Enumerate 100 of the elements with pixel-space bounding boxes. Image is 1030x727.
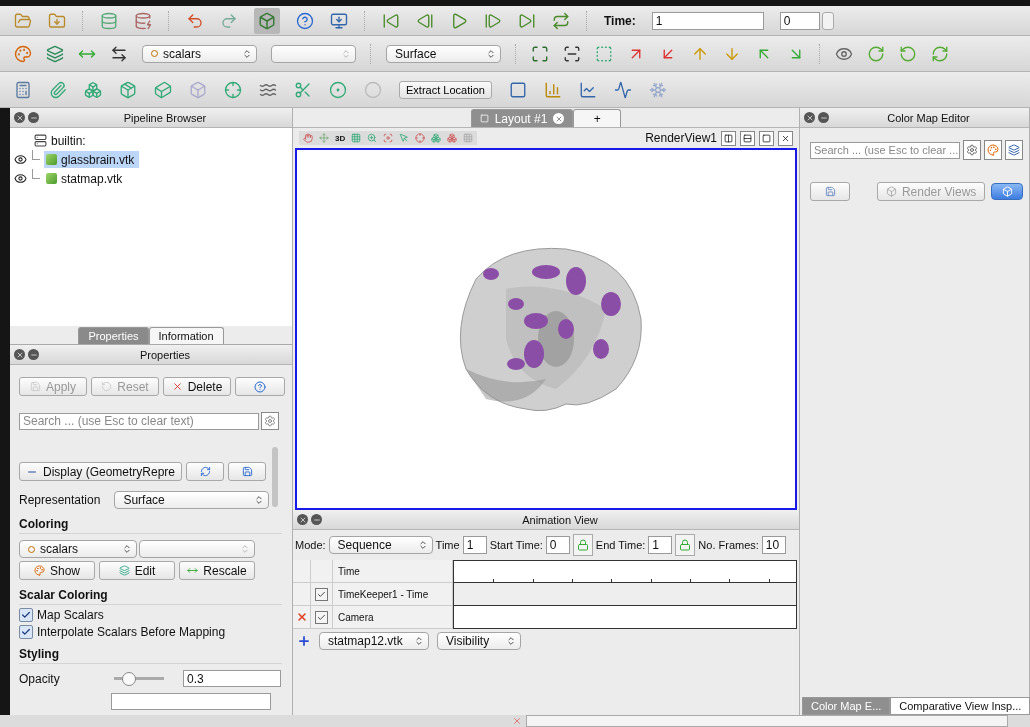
play-icon[interactable] xyxy=(450,11,468,30)
first-frame-icon[interactable] xyxy=(382,11,400,30)
rotate-pointer-icon[interactable] xyxy=(931,44,949,63)
eye-icon[interactable] xyxy=(14,172,27,185)
input-field[interactable] xyxy=(111,693,271,710)
panel-tab[interactable]: Information xyxy=(148,327,224,344)
zoom-to-data-icon[interactable] xyxy=(563,44,581,63)
slider-thumb[interactable] xyxy=(122,671,136,686)
coloring-select[interactable]: scalars xyxy=(19,540,137,558)
rescale-button[interactable]: Rescale xyxy=(179,561,255,580)
close-button[interactable] xyxy=(14,349,25,360)
reload-button[interactable] xyxy=(186,462,225,481)
cubes-icon[interactable] xyxy=(84,80,102,99)
float-button[interactable] xyxy=(311,514,322,525)
representation-select[interactable]: Surface xyxy=(114,491,270,509)
split-horizontal-button[interactable] xyxy=(721,130,736,146)
group-icon[interactable] xyxy=(329,80,347,99)
rotate-right-icon[interactable] xyxy=(867,44,885,63)
toolbar-toggle[interactable] xyxy=(254,7,280,34)
monitor-icon[interactable] xyxy=(330,11,348,30)
snowflake-icon[interactable] xyxy=(648,80,667,99)
lock-button[interactable] xyxy=(572,534,593,556)
panel-tab[interactable]: Comparative View Insp... xyxy=(890,697,1030,715)
time-field[interactable]: 1 xyxy=(462,536,487,554)
maximize-button[interactable] xyxy=(759,130,774,146)
scissors-icon[interactable] xyxy=(294,80,312,99)
save-button[interactable] xyxy=(228,462,267,481)
histogram-icon[interactable] xyxy=(543,80,562,99)
open-folder-icon[interactable] xyxy=(14,11,32,30)
tree-item[interactable]: glassbrain.vtk xyxy=(44,151,140,168)
float-button[interactable] xyxy=(28,349,39,360)
undo-icon[interactable] xyxy=(186,11,204,30)
timeline-ruler[interactable] xyxy=(453,560,797,583)
close-button[interactable] xyxy=(778,130,793,146)
time-field[interactable]: 1 xyxy=(651,11,764,30)
component-select[interactable] xyxy=(139,540,255,558)
calculator-icon[interactable] xyxy=(14,80,32,99)
auto-apply-button[interactable] xyxy=(991,183,1023,200)
search-field[interactable]: Search ... (use Esc to clear ... xyxy=(810,141,960,159)
help-icon[interactable] xyxy=(296,11,314,30)
plot-data-icon[interactable] xyxy=(613,80,632,99)
scrollbar-thumb[interactable] xyxy=(272,447,278,507)
new-tab-button[interactable]: + xyxy=(573,109,622,127)
checkbox[interactable] xyxy=(19,625,33,639)
close-button[interactable] xyxy=(804,112,815,123)
close-button[interactable] xyxy=(297,514,308,525)
component-select[interactable] xyxy=(271,44,356,63)
cube-slice-icon[interactable] xyxy=(119,80,137,99)
zoom-box-icon[interactable] xyxy=(595,44,613,63)
loop-icon[interactable] xyxy=(552,11,570,30)
edit-button[interactable]: Edit xyxy=(99,561,175,580)
save-button[interactable] xyxy=(810,182,850,201)
help-button[interactable] xyxy=(235,377,285,396)
representation-select[interactable]: Surface xyxy=(386,44,501,63)
rescale-custom-icon[interactable] xyxy=(110,44,128,63)
eye-icon[interactable] xyxy=(14,153,27,166)
reset-camera-icon[interactable] xyxy=(531,44,549,63)
settings-button[interactable] xyxy=(963,140,981,160)
render-view[interactable] xyxy=(295,148,797,510)
float-button[interactable] xyxy=(818,112,829,123)
color-legend-icon[interactable] xyxy=(14,44,32,63)
mode-select[interactable]: Sequence xyxy=(328,536,433,554)
extract-location-button[interactable]: Extract Location xyxy=(399,80,492,99)
lock-button[interactable] xyxy=(675,534,696,556)
add-icon[interactable] xyxy=(297,634,311,648)
cube-outline-icon[interactable] xyxy=(154,80,172,99)
frames-field[interactable]: 10 xyxy=(761,536,786,554)
checkbox[interactable] xyxy=(315,587,328,601)
delete-button[interactable]: Delete xyxy=(163,377,231,396)
selection-icon[interactable] xyxy=(508,80,527,99)
end-time-field[interactable]: 1 xyxy=(648,536,673,554)
connect-icon[interactable] xyxy=(100,11,118,30)
next-frame-icon[interactable] xyxy=(484,11,502,30)
color-by-select[interactable]: scalars xyxy=(142,44,257,63)
color-map-button[interactable] xyxy=(1005,140,1023,160)
previous-frame-icon[interactable] xyxy=(416,11,434,30)
camera-mode-button[interactable]: 3D xyxy=(335,133,346,143)
plot-line-icon[interactable] xyxy=(578,80,597,99)
opacity-field[interactable]: 0.3 xyxy=(183,670,281,687)
start-time-field[interactable]: 0 xyxy=(545,536,570,554)
folder-icon[interactable] xyxy=(48,11,66,30)
time-step-field[interactable]: 0 xyxy=(779,11,820,30)
source-select[interactable]: statmap12.vtk xyxy=(319,632,429,650)
display-button[interactable]: Display (GeometryRepre xyxy=(19,462,183,481)
show-button[interactable]: Show xyxy=(19,561,95,580)
disconnect-icon[interactable] xyxy=(134,11,152,30)
clip-icon[interactable] xyxy=(49,80,67,99)
remove-icon[interactable] xyxy=(295,611,308,623)
rotate-left-icon[interactable] xyxy=(899,44,917,63)
color-map-icon[interactable] xyxy=(46,44,64,63)
settings-button[interactable] xyxy=(261,412,279,430)
split-vertical-button[interactable] xyxy=(740,130,755,146)
float-button[interactable] xyxy=(28,112,39,123)
redo-icon[interactable] xyxy=(220,11,238,30)
last-frame-icon[interactable] xyxy=(518,11,536,30)
tree-item[interactable]: statmap.vtk xyxy=(44,170,128,187)
tree-item[interactable]: builtin: xyxy=(51,133,86,148)
checkbox[interactable] xyxy=(315,610,328,624)
close-icon[interactable] xyxy=(512,716,522,726)
glyph-icon[interactable] xyxy=(224,80,242,99)
